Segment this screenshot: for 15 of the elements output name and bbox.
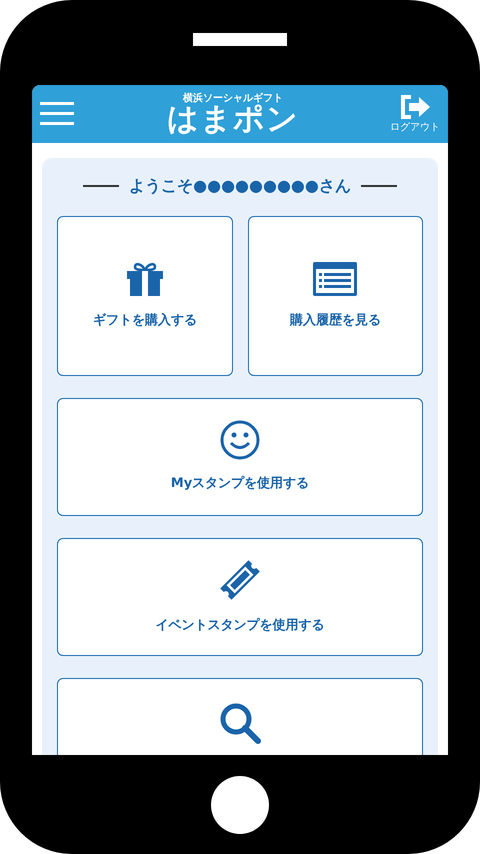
menu-tile[interactable]: イベントスタンプを使用する: [57, 538, 423, 656]
menu-icon: [40, 101, 76, 127]
menu-tile[interactable]: 購入履歴を見る: [248, 216, 423, 376]
list-window-icon: [312, 261, 358, 298]
ticket-icon: [218, 558, 262, 602]
logo-tagline: 横浜ソーシャルギフト: [183, 94, 283, 104]
menu-tile[interactable]: ギフトを購入する: [57, 216, 232, 376]
logout-icon: [399, 94, 431, 120]
search-icon: [218, 701, 262, 745]
gift-icon: [124, 261, 165, 298]
logo-text: はまポン: [167, 104, 299, 134]
menu-tile[interactable]: Myスタンプを使用する: [57, 398, 423, 516]
menu-button[interactable]: [40, 101, 76, 127]
smiley-icon: [220, 420, 260, 460]
welcome-text: ようこそ●●●●●●●●●さん: [129, 175, 351, 197]
